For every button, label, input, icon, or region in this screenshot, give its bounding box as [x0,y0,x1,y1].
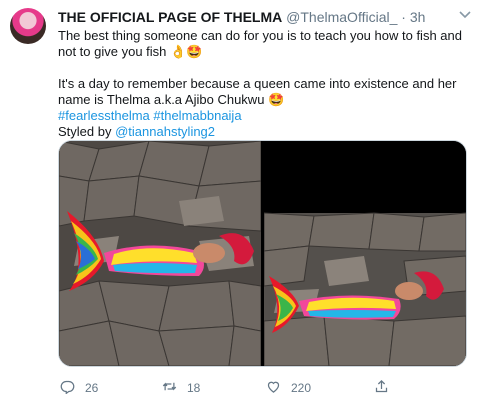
reply-button[interactable]: 26 [60,380,98,396]
avatar[interactable] [10,8,46,44]
like-count: 220 [291,381,312,395]
tweet-line-2: It's a day to remember because a queen c… [58,76,457,107]
photo-1-image [59,141,261,366]
tweet-header: THE OFFICIAL PAGE OF THELMA @ThelmaOffic… [58,9,459,27]
separator-dot: · [401,9,406,25]
photo-2-image [264,141,466,366]
styled-by-line: Styled by @tiannahstyling2 [58,124,468,140]
retweet-count: 18 [187,381,201,395]
share-icon [374,379,389,397]
chevron-down-icon[interactable] [459,11,471,21]
display-name[interactable]: THE OFFICIAL PAGE OF THELMA [58,9,282,25]
media-grid [58,140,467,367]
hashtags[interactable]: #fearlessthelma #thelmabbnaija [58,108,468,124]
reply-icon [60,379,75,397]
timestamp[interactable]: 3h [410,9,426,25]
tweet-line-1: The best thing someone can do for you is… [58,28,462,59]
tweet-actions: 26 18 220 [58,379,468,397]
photo-2[interactable] [264,141,466,366]
reply-count: 26 [85,381,99,395]
styled-by-label: Styled by [58,124,116,139]
retweet-icon [162,379,177,397]
stylist-mention-link[interactable]: @tiannahstyling2 [115,124,215,139]
photo-1[interactable] [59,141,261,366]
heart-icon [266,379,281,397]
share-button[interactable] [374,379,389,397]
user-handle[interactable]: @ThelmaOfficial_ [286,9,397,25]
tweet-card[interactable]: THE OFFICIAL PAGE OF THELMA @ThelmaOffic… [0,0,479,400]
tweet-text: The best thing someone can do for you is… [58,28,468,140]
like-button[interactable]: 220 [266,380,311,396]
retweet-button[interactable]: 18 [162,380,200,396]
